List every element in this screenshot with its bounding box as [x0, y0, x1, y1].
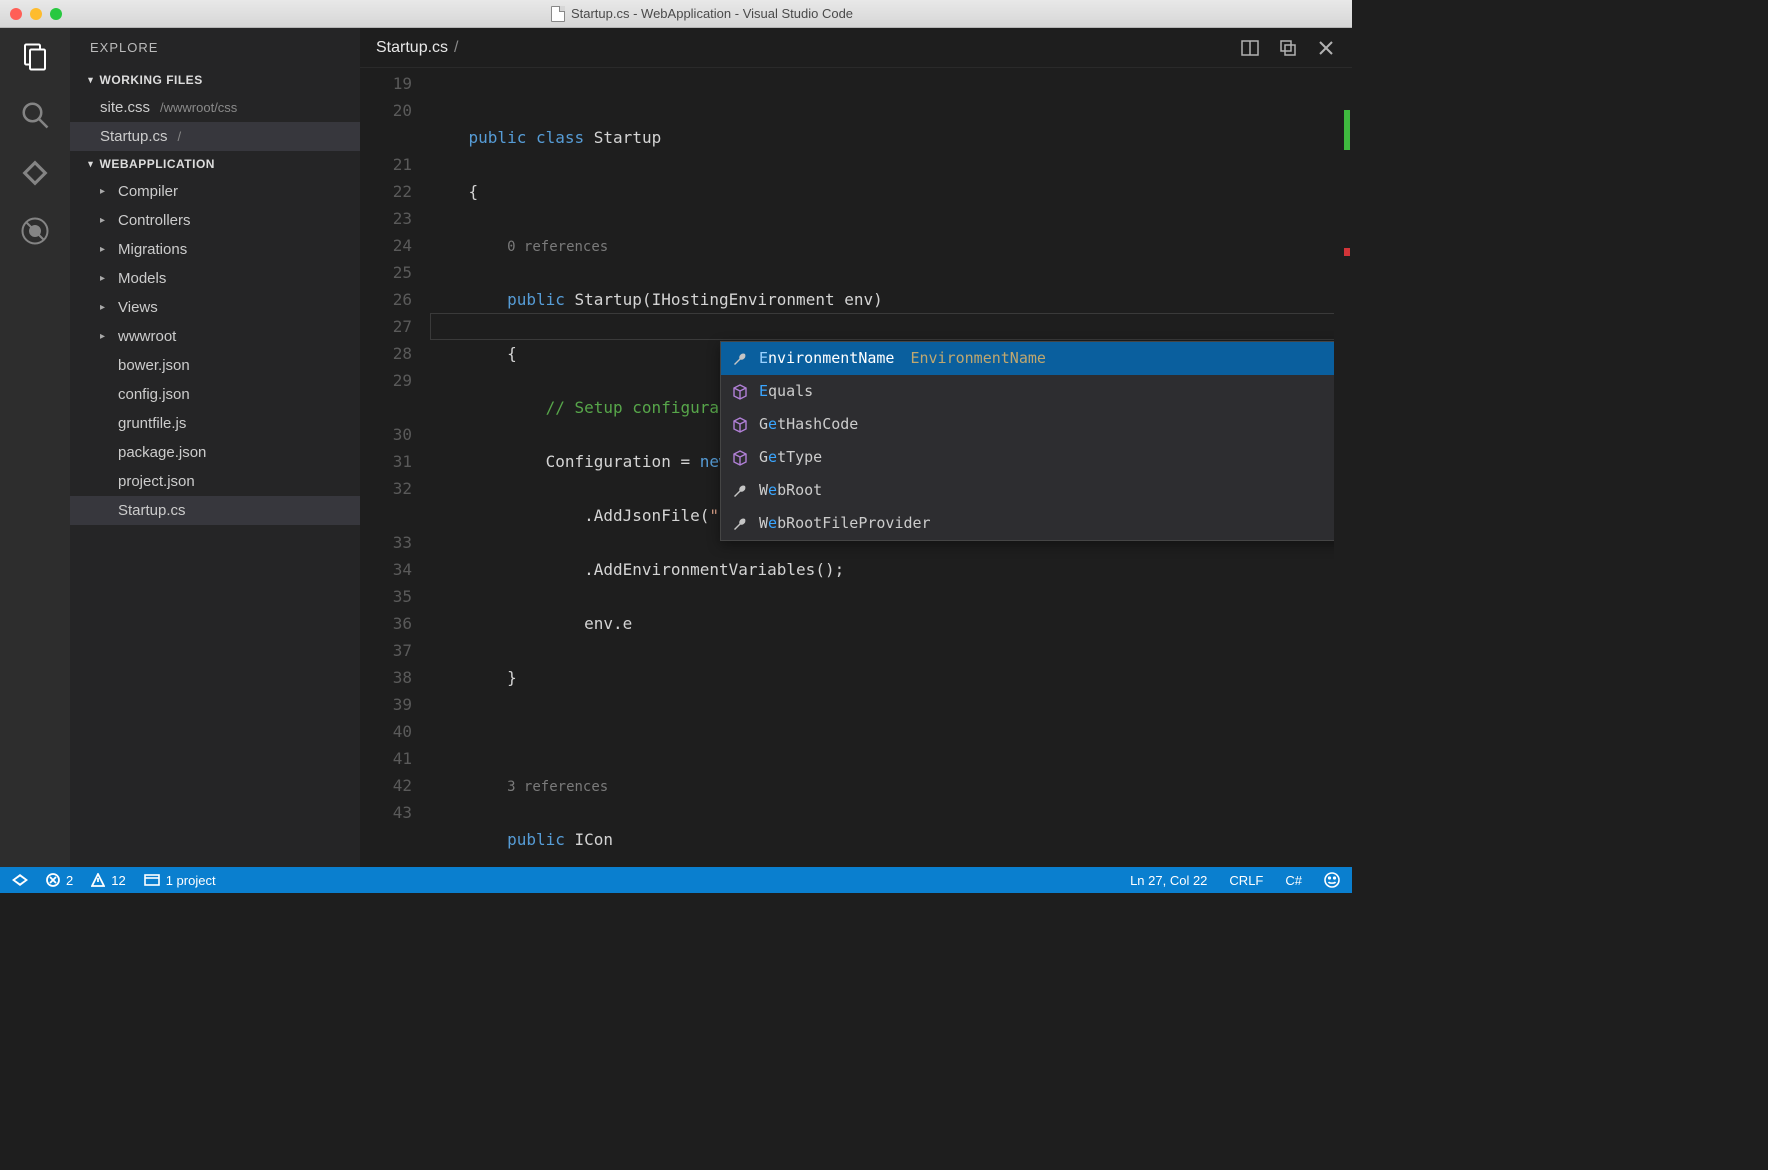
folder-item[interactable]: ▸ Controllers — [70, 206, 360, 235]
status-warnings[interactable]: 12 — [91, 873, 125, 888]
status-warning-count: 12 — [111, 873, 125, 888]
status-errors[interactable]: 2 — [46, 873, 73, 888]
caret-down-icon: ▾ — [88, 75, 93, 86]
working-file-item[interactable]: site.css/wwwroot/css — [70, 93, 360, 122]
source-control-icon[interactable] — [20, 158, 50, 188]
status-error-count: 2 — [66, 873, 73, 888]
overview-marker-add — [1344, 110, 1350, 150]
tab-modified-indicator: / — [454, 39, 458, 57]
window-title: Startup.cs - WebApplication - Visual Stu… — [62, 6, 1342, 22]
window-title-text: Startup.cs - WebApplication - Visual Stu… — [571, 6, 853, 21]
code-content[interactable]: public class Startup { 0 references publ… — [430, 68, 1352, 867]
folder-item[interactable]: ▸ Migrations — [70, 235, 360, 264]
file-item[interactable]: Startup.cs — [70, 496, 360, 525]
status-cursor-position[interactable]: Ln 27, Col 22 — [1130, 873, 1207, 888]
chevron-right-icon: ▸ — [100, 215, 110, 226]
open-changes-icon[interactable] — [1278, 38, 1298, 58]
file-path: / — [178, 129, 182, 144]
tab-label: Startup.cs — [376, 39, 448, 57]
document-icon — [551, 6, 565, 22]
status-project[interactable]: 1 project — [144, 873, 216, 888]
maximize-window-icon[interactable] — [50, 8, 62, 20]
status-bar: 2 12 1 project Ln 27, Col 22 CRLF C# — [0, 867, 1352, 893]
file-item[interactable]: gruntfile.js — [70, 409, 360, 438]
file-name: site.css — [100, 99, 150, 116]
chevron-right-icon: ▸ — [100, 331, 110, 342]
status-language[interactable]: C# — [1285, 873, 1302, 888]
overview-ruler[interactable] — [1334, 108, 1352, 867]
line-gutter: 1920212223242526272829303132333435363738… — [360, 68, 430, 867]
sidebar-title: EXPLORE — [70, 28, 360, 67]
file-name: Startup.cs — [118, 502, 186, 519]
caret-down-icon: ▾ — [88, 159, 93, 170]
code-area[interactable]: 1920212223242526272829303132333435363738… — [360, 68, 1352, 867]
folder-name: Compiler — [118, 183, 178, 200]
intellisense-item[interactable]: WebRootFileProvider — [721, 507, 1352, 540]
file-name: config.json — [118, 386, 190, 403]
status-project-label: 1 project — [166, 873, 216, 888]
window-controls — [10, 8, 62, 20]
status-feedback-icon[interactable] — [1324, 872, 1340, 888]
status-sync-icon[interactable] — [12, 872, 28, 888]
file-name: project.json — [118, 473, 195, 490]
close-editor-icon[interactable] — [1316, 38, 1336, 58]
chevron-right-icon: ▸ — [100, 244, 110, 255]
folder-name: Controllers — [118, 212, 191, 229]
folder-item[interactable]: ▸ wwwroot — [70, 322, 360, 351]
file-item[interactable]: package.json — [70, 438, 360, 467]
folder-name: Views — [118, 299, 158, 316]
intellisense-popup[interactable]: EnvironmentNameEnvironmentNameEqualsGetH… — [720, 341, 1352, 541]
tab-startup[interactable]: Startup.cs / — [376, 39, 458, 57]
activity-bar — [0, 28, 70, 867]
chevron-right-icon: ▸ — [100, 302, 110, 313]
explorer-icon[interactable] — [20, 42, 50, 72]
project-header[interactable]: ▾ WEBAPPLICATION — [70, 151, 360, 177]
intellisense-item[interactable]: EnvironmentNameEnvironmentName — [721, 342, 1352, 375]
debug-icon[interactable] — [20, 216, 50, 246]
main-area: EXPLORE ▾WORKING FILES site.css/wwwroot/… — [0, 28, 1352, 867]
file-name: bower.json — [118, 357, 190, 374]
editor-tabs: Startup.cs / — [360, 28, 1352, 68]
sidebar: EXPLORE ▾WORKING FILES site.css/wwwroot/… — [70, 28, 360, 867]
chevron-right-icon: ▸ — [100, 273, 110, 284]
folder-item[interactable]: ▸ Compiler — [70, 177, 360, 206]
file-name: gruntfile.js — [118, 415, 186, 432]
intellisense-item[interactable]: Equals — [721, 375, 1352, 408]
overview-marker-error — [1344, 248, 1350, 256]
folder-name: Migrations — [118, 241, 187, 258]
working-file-item[interactable]: Startup.cs / — [70, 122, 360, 151]
current-line-highlight — [430, 313, 1352, 340]
close-window-icon[interactable] — [10, 8, 22, 20]
intellisense-item[interactable]: GetType — [721, 441, 1352, 474]
folder-item[interactable]: ▸ Views — [70, 293, 360, 322]
file-item[interactable]: config.json — [70, 380, 360, 409]
minimize-window-icon[interactable] — [30, 8, 42, 20]
chevron-right-icon: ▸ — [100, 186, 110, 197]
titlebar: Startup.cs - WebApplication - Visual Stu… — [0, 0, 1352, 28]
folder-name: Models — [118, 270, 166, 287]
split-editor-icon[interactable] — [1240, 38, 1260, 58]
folder-name: wwwroot — [118, 328, 176, 345]
status-eol[interactable]: CRLF — [1229, 873, 1263, 888]
file-item[interactable]: project.json — [70, 467, 360, 496]
file-path: /wwwroot/css — [160, 100, 237, 115]
intellisense-item[interactable]: GetHashCode — [721, 408, 1352, 441]
file-name: package.json — [118, 444, 206, 461]
editor: Startup.cs / 192021222324252627282930313… — [360, 28, 1352, 867]
working-files-label: WORKING FILES — [100, 73, 203, 87]
search-icon[interactable] — [20, 100, 50, 130]
editor-actions — [1240, 38, 1336, 58]
working-files-header[interactable]: ▾ WORKING FILES — [70, 67, 360, 93]
project-label: WEBAPPLICATION — [100, 157, 215, 171]
intellisense-item[interactable]: WebRoot — [721, 474, 1352, 507]
file-item[interactable]: bower.json — [70, 351, 360, 380]
folder-item[interactable]: ▸ Models — [70, 264, 360, 293]
file-name: Startup.cs — [100, 128, 168, 145]
